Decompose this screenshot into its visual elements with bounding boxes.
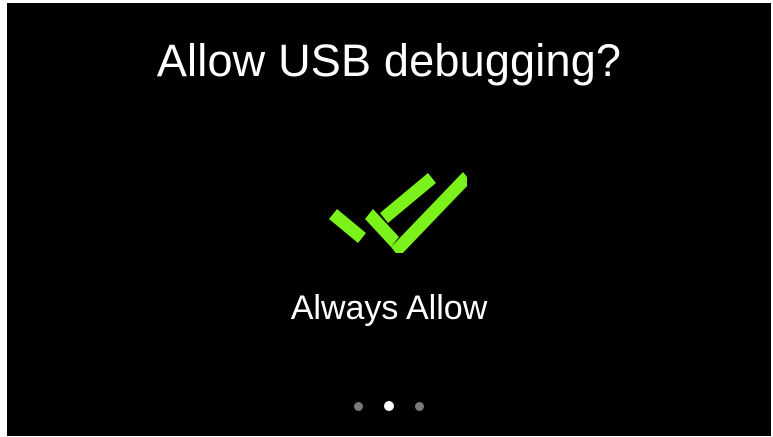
page-dot-1[interactable]: [354, 401, 363, 411]
double-check-icon: [329, 172, 467, 253]
always-allow-label[interactable]: Always Allow: [7, 286, 771, 330]
always-allow-icon-button[interactable]: [325, 167, 467, 253]
usb-debugging-dialog: Allow USB debugging? Always Allow: [7, 3, 771, 436]
first-check-short-stroke: [329, 209, 366, 243]
page-dot-2-active[interactable]: [384, 401, 394, 411]
dialog-title: Allow USB debugging?: [156, 35, 622, 86]
page-indicator: [7, 401, 771, 411]
page-dot-3[interactable]: [415, 401, 424, 411]
